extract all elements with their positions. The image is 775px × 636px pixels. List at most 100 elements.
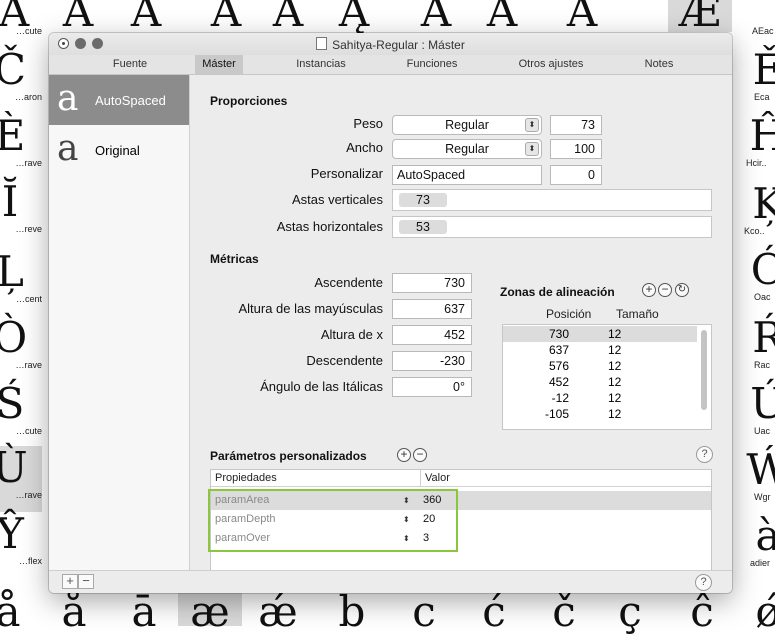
master-item-autospaced[interactable]: a AutoSpaced xyxy=(49,75,189,125)
personalizar-number-field[interactable]: 0 xyxy=(550,165,602,185)
window-title: Sahitya-Regular : Máster xyxy=(49,37,732,52)
glyph-cell[interactable]: A xyxy=(470,0,534,34)
add-master-button[interactable]: + xyxy=(62,574,78,589)
ancho-select[interactable]: Regular ⬍ xyxy=(392,139,542,159)
glyph-cell[interactable]: å xyxy=(42,590,106,634)
glyph-cell[interactable]: Ļ …cent xyxy=(0,250,42,305)
glyph-cell[interactable]: c xyxy=(392,590,456,634)
glyph-char: A xyxy=(272,0,304,36)
peso-value-field[interactable]: 73 xyxy=(550,115,602,135)
glyph-cell[interactable]: Ù …rave xyxy=(0,446,42,512)
stem-token[interactable]: 73 xyxy=(399,193,447,207)
ascendente-field[interactable]: 730 xyxy=(392,273,472,293)
glyph-cell[interactable]: ǽ xyxy=(246,590,310,634)
glyph-char: Ŕ xyxy=(752,313,775,362)
angulo-italicas-field[interactable]: 0° xyxy=(392,377,472,397)
zone-row[interactable]: 637 12 xyxy=(503,342,697,358)
glyph-cell[interactable]: č xyxy=(532,590,596,634)
glyph-cell[interactable]: A xyxy=(550,0,614,34)
glyph-cell[interactable]: È …rave xyxy=(0,114,42,169)
zone-row[interactable]: 576 12 xyxy=(503,358,697,374)
glyph-cell[interactable]: à adier xyxy=(736,514,775,569)
add-zone-button[interactable]: + xyxy=(642,283,656,297)
glyph-cell[interactable]: ç xyxy=(598,590,662,634)
zone-row[interactable]: -12 12 xyxy=(503,390,697,406)
glyph-cell[interactable]: A xyxy=(194,0,258,34)
master-item-original[interactable]: a Original xyxy=(49,125,189,175)
glyph-char: Ó xyxy=(750,245,775,294)
glyph-cell[interactable]: A xyxy=(46,0,110,34)
glyph-char: Ú xyxy=(750,379,775,428)
glyph-cell[interactable]: æ xyxy=(178,590,242,634)
glyph-cell[interactable]: Č …aron xyxy=(0,48,42,103)
glyph-name: adier xyxy=(750,558,771,568)
glyph-cell[interactable]: ā xyxy=(112,590,176,634)
glyph-cell[interactable]: Ķ Kco.. xyxy=(736,182,775,237)
glyph-cell[interactable]: Ẃ Wgr xyxy=(736,448,775,503)
tab-master[interactable]: Máster xyxy=(195,55,243,74)
glyph-cell[interactable]: A xyxy=(256,0,320,34)
alignment-zones-list[interactable]: 730 12 637 12 576 12 452 12 -12 12 -105 12 xyxy=(502,324,712,430)
tab-funciones[interactable]: Funciones xyxy=(397,55,467,74)
glyph-cell[interactable]: A xyxy=(404,0,468,34)
glyph-cell[interactable]: …cute xyxy=(0,0,42,36)
glyph-cell[interactable]: b xyxy=(320,590,384,634)
glyph-cell[interactable]: Ĭ …reve xyxy=(0,180,42,235)
glyph-cell[interactable]: ĉ xyxy=(670,590,734,634)
glyph-cell[interactable]: Ŕ Rac xyxy=(736,313,775,371)
glyph-cell[interactable]: Ą xyxy=(322,0,386,34)
glyph-cell[interactable]: Ś …cute xyxy=(0,382,42,437)
master-list-sidebar: a AutoSpaced a Original xyxy=(49,75,190,570)
title-bar[interactable]: Sahitya-Regular : Máster xyxy=(49,33,732,55)
zone-size: 12 xyxy=(608,391,622,405)
glyph-cell[interactable]: Ĥ Hcir.. xyxy=(736,114,775,169)
tab-fuente[interactable]: Fuente xyxy=(85,55,175,74)
help-button-bottom[interactable]: ? xyxy=(695,574,712,591)
altura-mayusculas-field[interactable]: 637 xyxy=(392,299,472,319)
glyph-cell[interactable]: Ú Uac xyxy=(736,379,775,437)
glyph-cell[interactable]: AEac xyxy=(748,0,775,36)
tab-instancias[interactable]: Instancias xyxy=(281,55,361,74)
refresh-zones-button[interactable]: ↻ xyxy=(675,283,689,297)
astas-verticales-field[interactable]: 73 xyxy=(392,189,712,211)
glyph-char: b xyxy=(338,587,366,636)
zone-size: 12 xyxy=(608,359,622,373)
zones-scrollbar[interactable] xyxy=(701,330,707,410)
glyph-cell[interactable]: ǿ xyxy=(736,590,775,634)
zones-col-size: Tamaño xyxy=(616,307,659,321)
tab-otros-ajustes[interactable]: Otros ajustes xyxy=(507,55,595,74)
glyph-cell[interactable]: Æ xyxy=(668,0,732,36)
glyph-name: Uac xyxy=(754,426,771,436)
glyph-cell[interactable]: ć xyxy=(462,590,526,634)
zone-row[interactable]: 452 12 xyxy=(503,374,697,390)
astas-horizontales-field[interactable]: 53 xyxy=(392,216,712,238)
altura-x-label: Altura de x xyxy=(320,327,383,342)
glyph-cell[interactable]: Ò …rave xyxy=(0,316,42,371)
col-valor[interactable]: Valor xyxy=(425,470,450,486)
personalizar-field[interactable]: AutoSpaced xyxy=(392,165,542,185)
remove-zone-button[interactable]: − xyxy=(658,283,672,297)
zone-row[interactable]: -105 12 xyxy=(503,406,697,422)
remove-master-button[interactable]: − xyxy=(78,574,94,589)
help-button[interactable]: ? xyxy=(696,446,713,463)
zone-row[interactable]: 730 12 xyxy=(503,326,697,342)
col-propiedades[interactable]: Propiedades xyxy=(215,470,277,486)
peso-select[interactable]: Regular ⬍ xyxy=(392,115,542,135)
tab-notes[interactable]: Notes xyxy=(631,55,687,74)
glyph-char: å xyxy=(61,587,87,636)
stem-token[interactable]: 53 xyxy=(399,220,447,234)
glyph-cell[interactable]: Ě Eca xyxy=(736,48,775,103)
glyph-cell[interactable]: å xyxy=(0,590,40,634)
glyph-char: Æ xyxy=(678,0,722,36)
descendente-field[interactable]: -230 xyxy=(392,351,472,371)
remove-parameter-button[interactable]: − xyxy=(413,448,427,462)
personalizar-label: Personalizar xyxy=(310,166,383,181)
glyph-cell[interactable]: Ó Oac xyxy=(736,245,775,303)
ancho-value-field[interactable]: 100 xyxy=(550,139,602,159)
glyph-cell[interactable]: A xyxy=(114,0,178,34)
section-header-proporciones: Proporciones xyxy=(210,94,288,108)
glyph-cell[interactable]: Ŷ …flex xyxy=(0,512,42,567)
master-settings-panel: Proporciones Peso Regular ⬍ 73 Ancho Regu… xyxy=(190,75,732,582)
altura-x-field[interactable]: 452 xyxy=(392,325,472,345)
add-parameter-button[interactable]: + xyxy=(397,448,411,462)
